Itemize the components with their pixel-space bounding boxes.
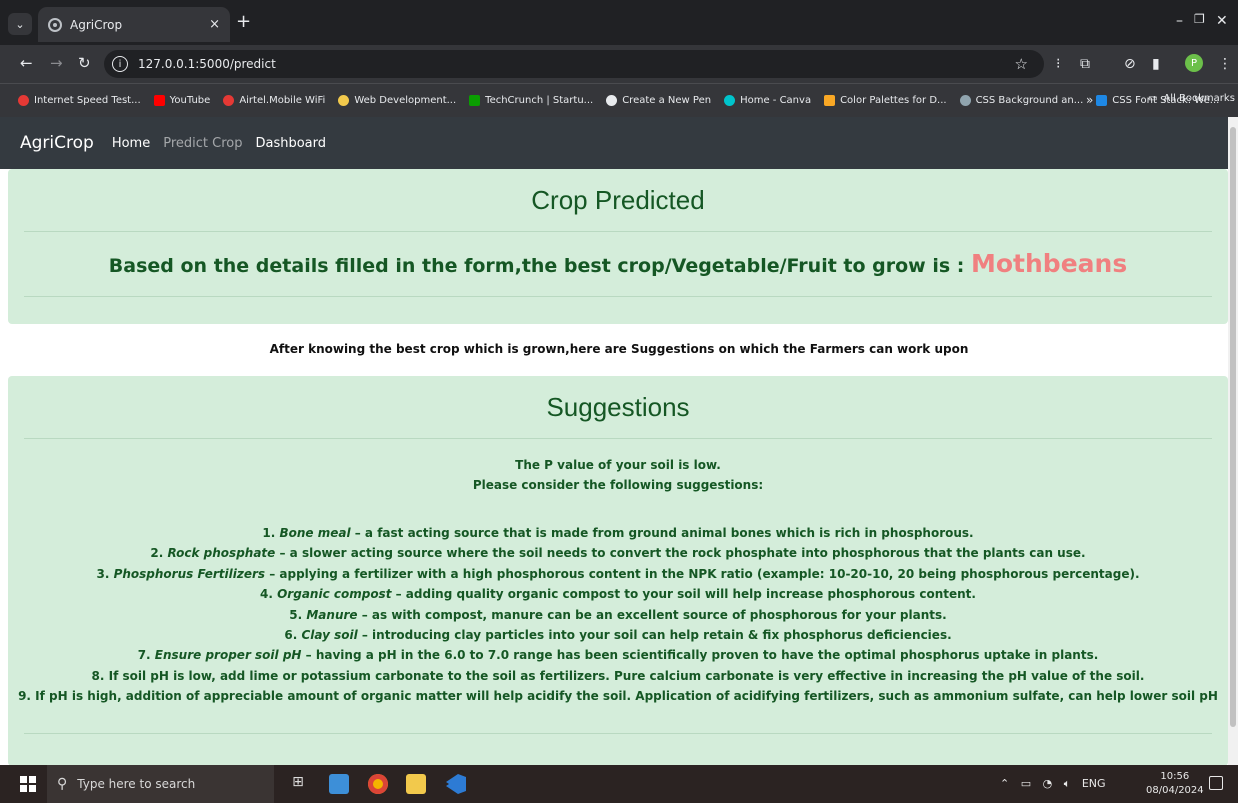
system-tray[interactable]: ⌃ ▭ ◔ 🔈︎ ENG bbox=[1000, 777, 1106, 791]
list-item: 9. If pH is high, addition of appreciabl… bbox=[18, 689, 1218, 704]
bookmarks-overflow-button[interactable]: » bbox=[1086, 93, 1093, 107]
nav-predict-crop[interactable]: Predict Crop bbox=[163, 136, 242, 151]
divider bbox=[24, 733, 1212, 734]
url-text: 127.0.0.1:5000/predict bbox=[138, 57, 276, 71]
web-dev-icon bbox=[338, 95, 350, 106]
clock-date: 08/04/2024 bbox=[1146, 785, 1204, 796]
soil-status-line: The P value of your soil is low. bbox=[515, 458, 721, 472]
file-explorer-icon[interactable] bbox=[406, 774, 426, 794]
os-taskbar: ⚲ Type here to search ⊞ ⌃ ▭ ◔ 🔈︎ ENG 10:… bbox=[0, 765, 1238, 803]
bookmark-item[interactable]: CSS Background an... bbox=[959, 95, 1083, 106]
prediction-result: Based on the details filled in the form,… bbox=[8, 232, 1228, 296]
bookmark-item[interactable]: TechCrunch | Startu... bbox=[469, 95, 593, 106]
list-item: 6. Clay soil – introducing clay particle… bbox=[284, 628, 952, 643]
bookmark-item[interactable]: Create a New Pen bbox=[606, 95, 711, 106]
browser-tab-strip: ⌄ AgriCrop × + – ❐ ✕ bbox=[0, 0, 1238, 45]
divider bbox=[24, 296, 1212, 297]
restore-icon[interactable]: ❐ bbox=[1194, 12, 1205, 26]
list-item: 8. If soil pH is low, add lime or potass… bbox=[91, 668, 1145, 683]
css-background-icon bbox=[959, 95, 971, 106]
nav-dashboard[interactable]: Dashboard bbox=[255, 136, 326, 151]
soil-status: The P value of your soil is low. Please … bbox=[8, 439, 1228, 495]
bookmark-item[interactable]: Airtel.Mobile WiFi bbox=[223, 95, 325, 106]
minimize-icon[interactable]: – bbox=[1176, 13, 1183, 29]
taskbar-search-input[interactable]: ⚲ Type here to search bbox=[47, 765, 274, 803]
notification-icon[interactable] bbox=[1209, 776, 1223, 790]
predicted-crop: Mothbeans bbox=[971, 249, 1128, 278]
list-item: 7. Ensure proper soil pH – having a pH i… bbox=[137, 648, 1099, 663]
bookmark-item[interactable]: Web Development... bbox=[338, 95, 456, 106]
prediction-heading: Crop Predicted bbox=[531, 185, 705, 215]
new-tab-button[interactable]: + bbox=[236, 13, 251, 31]
bookmark-item[interactable]: YouTube bbox=[153, 95, 210, 106]
globe-icon bbox=[48, 17, 62, 32]
scrollbar-thumb[interactable] bbox=[1230, 127, 1236, 727]
css-font-icon bbox=[1096, 95, 1108, 106]
back-icon[interactable]: ← bbox=[20, 54, 33, 72]
url-bar[interactable]: i 127.0.0.1:5000/predict ☆ bbox=[104, 50, 1044, 78]
search-icon: ⚲ bbox=[57, 776, 68, 792]
suggestion-list: 1. Bone meal – a fast acting source that… bbox=[8, 523, 1228, 707]
folder-icon: ▭ bbox=[1148, 93, 1158, 104]
battery-icon[interactable]: ▭ bbox=[1021, 777, 1031, 790]
codepen-icon bbox=[606, 95, 618, 106]
page-viewport: AgriCrop Home Predict Crop Dashboard Cro… bbox=[0, 117, 1228, 765]
list-item: 4. Organic compost – adding quality orga… bbox=[260, 587, 976, 602]
forward-icon[interactable]: → bbox=[50, 54, 63, 72]
menu-kebab-icon[interactable]: ⋮ bbox=[1218, 56, 1232, 72]
bookmark-item[interactable]: Home - Canva bbox=[724, 95, 811, 106]
bookmarks-bar: Internet Speed Test... YouTube Airtel.Mo… bbox=[0, 83, 1238, 117]
result-text: Based on the details filled in the form,… bbox=[108, 255, 971, 277]
suggestions-heading: Suggestions bbox=[546, 392, 690, 422]
nav-home[interactable]: Home bbox=[112, 136, 150, 151]
site-info-icon[interactable]: i bbox=[112, 56, 128, 72]
suggestions-panel: Suggestions The P value of your soil is … bbox=[8, 376, 1228, 765]
bookmark-item[interactable]: Color Palettes for D... bbox=[824, 95, 947, 106]
site-navbar: AgriCrop Home Predict Crop Dashboard bbox=[0, 117, 1228, 169]
tab-title: AgriCrop bbox=[70, 17, 123, 32]
list-item: 2. Rock phosphate – a slower acting sour… bbox=[150, 546, 1086, 561]
side-panel-icon[interactable]: ▮ bbox=[1152, 56, 1160, 72]
tab-close-icon[interactable]: × bbox=[209, 17, 220, 32]
chrome-icon[interactable] bbox=[368, 774, 388, 794]
chevron-up-icon[interactable]: ⌃ bbox=[1000, 777, 1009, 790]
task-view-icon[interactable]: ⊞ bbox=[288, 774, 308, 794]
prediction-panel: Crop Predicted Based on the details fill… bbox=[8, 169, 1228, 324]
tab-search-button[interactable]: ⌄ bbox=[8, 13, 32, 35]
techcrunch-icon bbox=[469, 95, 481, 106]
close-window-icon[interactable]: ✕ bbox=[1216, 13, 1228, 29]
palette-icon bbox=[824, 95, 836, 106]
suggestions-intro: After knowing the best crop which is gro… bbox=[269, 342, 969, 356]
extension-icon[interactable]: ⁝ bbox=[1056, 56, 1060, 72]
clock-time: 10:56 bbox=[1160, 771, 1190, 782]
canva-icon bbox=[724, 95, 736, 106]
network-icon[interactable]: ◔ bbox=[1043, 777, 1053, 790]
site-brand[interactable]: AgriCrop bbox=[20, 133, 94, 153]
volume-icon[interactable]: 🔈︎ bbox=[1064, 777, 1071, 790]
airtel-icon bbox=[223, 95, 235, 106]
sync-icon[interactable]: ⊘ bbox=[1124, 56, 1136, 72]
reload-icon[interactable]: ↻ bbox=[78, 54, 91, 72]
address-toolbar: ← → ↻ i 127.0.0.1:5000/predict ☆ ⁝ ⧉ ⊘ ▮… bbox=[0, 45, 1238, 83]
speed-test-icon bbox=[18, 95, 29, 106]
windows-start-icon[interactable] bbox=[20, 776, 36, 792]
all-bookmarks-button[interactable]: ▭ All Bookmarks bbox=[1148, 93, 1235, 104]
profile-avatar[interactable]: P bbox=[1185, 54, 1203, 72]
youtube-icon bbox=[153, 95, 165, 106]
page-scrollbar[interactable] bbox=[1228, 117, 1238, 765]
language-indicator[interactable]: ENG bbox=[1082, 777, 1106, 790]
list-item: 5. Manure – as with compost, manure can … bbox=[289, 607, 947, 622]
list-item: 1. Bone meal – a fast acting source that… bbox=[262, 526, 974, 540]
browser-tab[interactable]: AgriCrop × bbox=[38, 7, 230, 42]
bookmark-star-icon[interactable]: ☆ bbox=[1015, 55, 1028, 73]
search-placeholder: Type here to search bbox=[77, 777, 196, 791]
mail-icon[interactable] bbox=[329, 774, 349, 794]
list-item: 3. Phosphorus Fertilizers – applying a f… bbox=[96, 566, 1140, 581]
soil-status-line: Please consider the following suggestion… bbox=[472, 478, 764, 492]
extensions-puzzle-icon[interactable]: ⧉ bbox=[1080, 56, 1090, 72]
vscode-icon[interactable] bbox=[446, 774, 466, 794]
bookmark-item[interactable]: Internet Speed Test... bbox=[18, 95, 141, 106]
taskbar-clock[interactable]: 10:56 08/04/2024 bbox=[1146, 770, 1204, 798]
